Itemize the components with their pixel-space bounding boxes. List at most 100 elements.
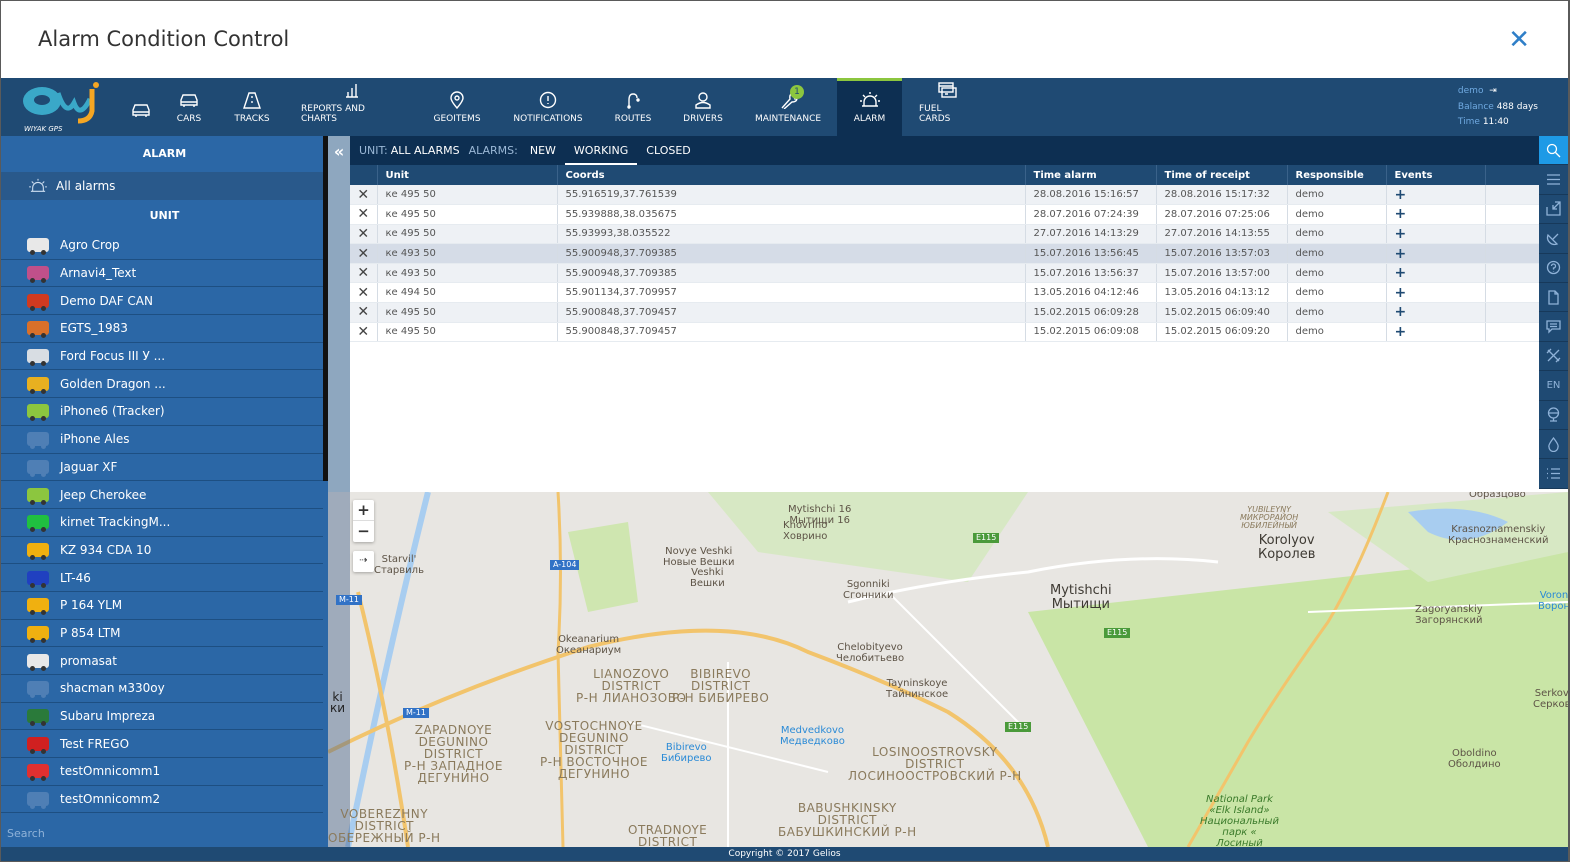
unit-list-item[interactable]: Demo DAF CAN	[1, 287, 323, 316]
nav-car[interactable]	[123, 78, 159, 136]
satellite-button[interactable]	[1539, 224, 1568, 254]
nav-cars[interactable]: CARS	[171, 78, 207, 136]
unit-list-item[interactable]: P 854 LTM	[1, 620, 323, 648]
unit-list-item[interactable]: LT-46	[1, 564, 323, 592]
table-row[interactable]: ✕ ке 495 50 55.93993,38.035522 27.07.2016 1…	[350, 224, 1540, 245]
tab-working[interactable]: WORKING	[564, 136, 638, 165]
add-event-button[interactable]: +	[1386, 204, 1486, 225]
wiyak-gps-logo[interactable]: WIYAK GPS	[18, 81, 106, 133]
tab-new[interactable]: NEW	[521, 136, 565, 165]
add-event-button[interactable]: +	[1386, 282, 1486, 304]
unit-list-item[interactable]: Test FREGO	[1, 730, 323, 759]
map-label-korolyov: Korolyov Королев	[1258, 533, 1316, 562]
cell-time-receipt: 15.07.2016 13:57:03	[1156, 243, 1288, 264]
unit-list-item[interactable]: iPhone Ales	[1, 426, 323, 454]
table-row[interactable]: ✕ ке 494 50 55.901134,37.709957 13.05.2016 …	[350, 282, 1540, 304]
close-icon[interactable]: ✕	[1508, 27, 1530, 53]
add-event-button[interactable]: +	[1386, 322, 1486, 343]
cell-time-receipt: 15.07.2016 13:57:00	[1156, 263, 1288, 284]
list-button[interactable]	[1539, 459, 1568, 489]
nav-notifications[interactable]: NOTIFICATIONS	[511, 78, 585, 136]
unit-list-item[interactable]: testOmnicomm1	[1, 758, 323, 786]
add-event-button[interactable]: +	[1386, 224, 1486, 245]
column-header-action	[350, 165, 378, 185]
document-button[interactable]	[1539, 283, 1568, 313]
close-alarm-icon[interactable]: ✕	[350, 185, 378, 206]
top-navigation: WIYAK GPS CARS TRACKS REPORTS AND CHARTS…	[1, 78, 1568, 136]
unit-filter-value[interactable]: ALL ALARMS	[391, 144, 460, 157]
table-row[interactable]: ✕ ке 495 50 55.939888,38.035675 28.07.2016 …	[350, 204, 1540, 225]
tab-closed[interactable]: CLOSED	[637, 136, 699, 165]
map-pan-arrow-button[interactable]: ⇢	[353, 551, 374, 572]
search-button[interactable]	[1539, 136, 1568, 166]
unit-list-item[interactable]: Ford Focus III У ...	[1, 343, 323, 371]
unit-list-item[interactable]: Golden Dragon ...	[1, 370, 323, 399]
close-alarm-icon[interactable]: ✕	[350, 302, 378, 323]
table-row[interactable]: ✕ ке 495 50 55.900848,37.709457 15.02.2015 …	[350, 322, 1540, 343]
nav-geoitems[interactable]: GEOITEMS	[429, 78, 485, 136]
zoom-out-button[interactable]: −	[353, 521, 374, 542]
add-event-button[interactable]: +	[1386, 302, 1486, 323]
zoom-in-button[interactable]: +	[353, 500, 374, 521]
nav-fuel-cards[interactable]: FUEL CARDS	[919, 78, 975, 136]
logout-icon[interactable]: ⇥	[1486, 86, 1497, 96]
cell-time-alarm: 15.07.2016 13:56:45	[1025, 243, 1157, 264]
collapse-sidebar-button[interactable]: «	[328, 142, 350, 162]
add-event-button[interactable]: +	[1386, 243, 1486, 264]
unit-list-item[interactable]: EGTS_1983	[1, 315, 323, 343]
nav-alarm[interactable]: ALARM	[837, 78, 902, 136]
table-row[interactable]: ✕ ке 493 50 55.900948,37.709385 15.07.2016 …	[350, 263, 1540, 284]
fuel-card-icon	[938, 82, 957, 98]
column-header-coords[interactable]: Coords	[557, 165, 1026, 185]
globe-button[interactable]	[1539, 401, 1568, 430]
column-header-responsible[interactable]: Responsible	[1287, 165, 1387, 185]
close-alarm-icon[interactable]: ✕	[350, 243, 378, 264]
nav-tracks[interactable]: TRACKS	[229, 78, 275, 136]
table-row[interactable]: ✕ ке 495 50 55.916519,37.761539 28.08.2016 …	[350, 185, 1540, 206]
unit-list-item[interactable]: promasat	[1, 647, 323, 675]
help-button[interactable]	[1539, 254, 1568, 283]
unit-list-item[interactable]: Agro Crop	[1, 232, 323, 260]
unit-list-item[interactable]: shacman м330оу	[1, 675, 323, 703]
close-alarm-icon[interactable]: ✕	[350, 224, 378, 245]
drop-button[interactable]	[1539, 430, 1568, 460]
column-header-time-of-receipt[interactable]: Time of receipt	[1156, 165, 1288, 185]
unit-list-item[interactable]: P 164 YLM	[1, 592, 323, 620]
cell-unit: ке 495 50	[377, 224, 558, 245]
table-row[interactable]: ✕ ке 493 50 55.900948,37.709385 15.07.2016 …	[350, 243, 1540, 264]
unit-list-item[interactable]: kirnet TrackingM...	[1, 509, 323, 537]
close-alarm-icon[interactable]: ✕	[350, 204, 378, 225]
cell-time-alarm: 27.07.2016 14:13:29	[1025, 224, 1157, 245]
column-header-unit[interactable]: Unit	[377, 165, 558, 185]
all-alarms-item[interactable]: All alarms	[1, 172, 328, 200]
nav-reports-and-charts[interactable]: REPORTS AND CHARTS	[301, 78, 403, 136]
close-alarm-icon[interactable]: ✕	[350, 282, 378, 304]
tools-button[interactable]	[1539, 342, 1568, 372]
add-event-button[interactable]: +	[1386, 263, 1486, 284]
message-button[interactable]	[1539, 312, 1568, 342]
unit-list-item[interactable]: iPhone6 (Tracker)	[1, 398, 323, 426]
language-button[interactable]: EN	[1539, 371, 1568, 401]
table-row[interactable]: ✕ ке 495 50 55.900848,37.709457 15.02.2015 …	[350, 302, 1540, 323]
alarm-table: Unit Coords Time alarm Time of receipt R…	[350, 165, 1540, 343]
add-event-button[interactable]: +	[1386, 185, 1486, 206]
unit-list-item[interactable]: Jeep Cherokee	[1, 481, 323, 509]
nav-drivers[interactable]: DRIVERS	[681, 78, 725, 136]
username-link[interactable]: demo	[1458, 86, 1484, 96]
unit-list-item[interactable]: Subaru Impreza	[1, 703, 323, 731]
menu-button[interactable]	[1539, 165, 1568, 195]
export-button[interactable]	[1539, 195, 1568, 225]
close-alarm-icon[interactable]: ✕	[350, 263, 378, 284]
unit-search-input[interactable]	[1, 820, 328, 847]
unit-list-item[interactable]: KZ 934 CDA 10	[1, 537, 323, 565]
close-alarm-icon[interactable]: ✕	[350, 322, 378, 343]
unit-list-item[interactable]: Arnavi4_Text	[1, 260, 323, 288]
column-header-events[interactable]: Events	[1386, 165, 1486, 185]
column-header-time-alarm[interactable]: Time alarm	[1025, 165, 1157, 185]
map-view[interactable]: Mytishchi 16 Мытищи 16 Khovrino Ховрино No…	[328, 492, 1568, 847]
vehicle-icon	[27, 625, 49, 643]
nav-routes[interactable]: ROUTES	[611, 78, 655, 136]
unit-list-item[interactable]: testOmnicomm2	[1, 786, 323, 814]
unit-list-item[interactable]: Jaguar XF	[1, 454, 323, 482]
nav-maintenance[interactable]: 1 MAINTENANCE	[755, 78, 821, 136]
